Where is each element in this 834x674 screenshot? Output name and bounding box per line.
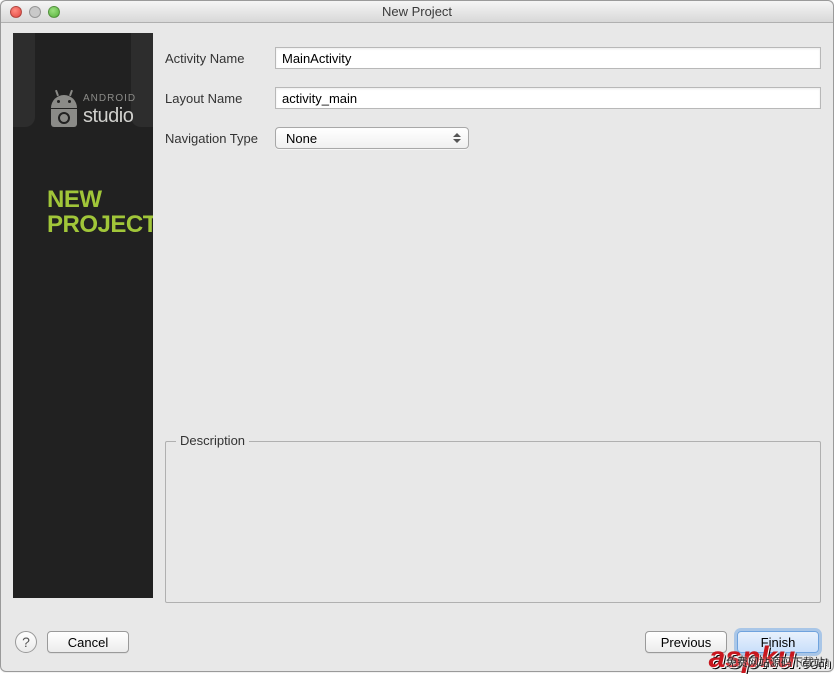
traffic-lights (1, 6, 60, 18)
navigation-type-value: None (286, 131, 317, 146)
wizard-title: NEW PROJECT (47, 187, 153, 237)
minimize-window-button[interactable] (29, 6, 41, 18)
android-robot-icon (51, 95, 79, 127)
wizard-title-line2: PROJECT (47, 211, 153, 238)
decorative-shape (131, 33, 153, 127)
zoom-window-button[interactable] (48, 6, 60, 18)
layout-name-row: Layout Name (165, 79, 821, 109)
close-window-button[interactable] (10, 6, 22, 18)
brand-small-label: ANDROID (83, 93, 136, 104)
navigation-type-row: Navigation Type None (165, 119, 821, 149)
titlebar[interactable]: New Project (1, 1, 833, 23)
activity-name-input[interactable] (275, 47, 821, 69)
decorative-shape (13, 33, 35, 127)
activity-name-label: Activity Name (165, 51, 275, 66)
select-stepper-icon (452, 130, 462, 146)
description-group: Description (165, 441, 821, 603)
dialog-window: New Project ANDROID studio NEW PROJECT A… (0, 0, 834, 672)
cancel-button[interactable]: Cancel (47, 631, 129, 653)
previous-button[interactable]: Previous (645, 631, 727, 653)
window-title: New Project (1, 4, 833, 19)
navigation-type-label: Navigation Type (165, 131, 275, 146)
finish-button[interactable]: Finish (737, 631, 819, 653)
dialog-footer: ? Cancel Previous Finish (1, 615, 833, 671)
wizard-sidebar: ANDROID studio NEW PROJECT (13, 33, 153, 598)
content-area: ANDROID studio NEW PROJECT Activity Name… (1, 23, 833, 615)
form-area: Activity Name Layout Name Navigation Typ… (165, 33, 821, 615)
description-legend: Description (176, 433, 249, 448)
navigation-type-select[interactable]: None (275, 127, 469, 149)
activity-name-row: Activity Name (165, 33, 821, 69)
brand-large-label: studio (83, 105, 133, 128)
wizard-title-line1: NEW (47, 186, 102, 213)
layout-name-input[interactable] (275, 87, 821, 109)
help-button[interactable]: ? (15, 631, 37, 653)
layout-name-label: Layout Name (165, 91, 275, 106)
